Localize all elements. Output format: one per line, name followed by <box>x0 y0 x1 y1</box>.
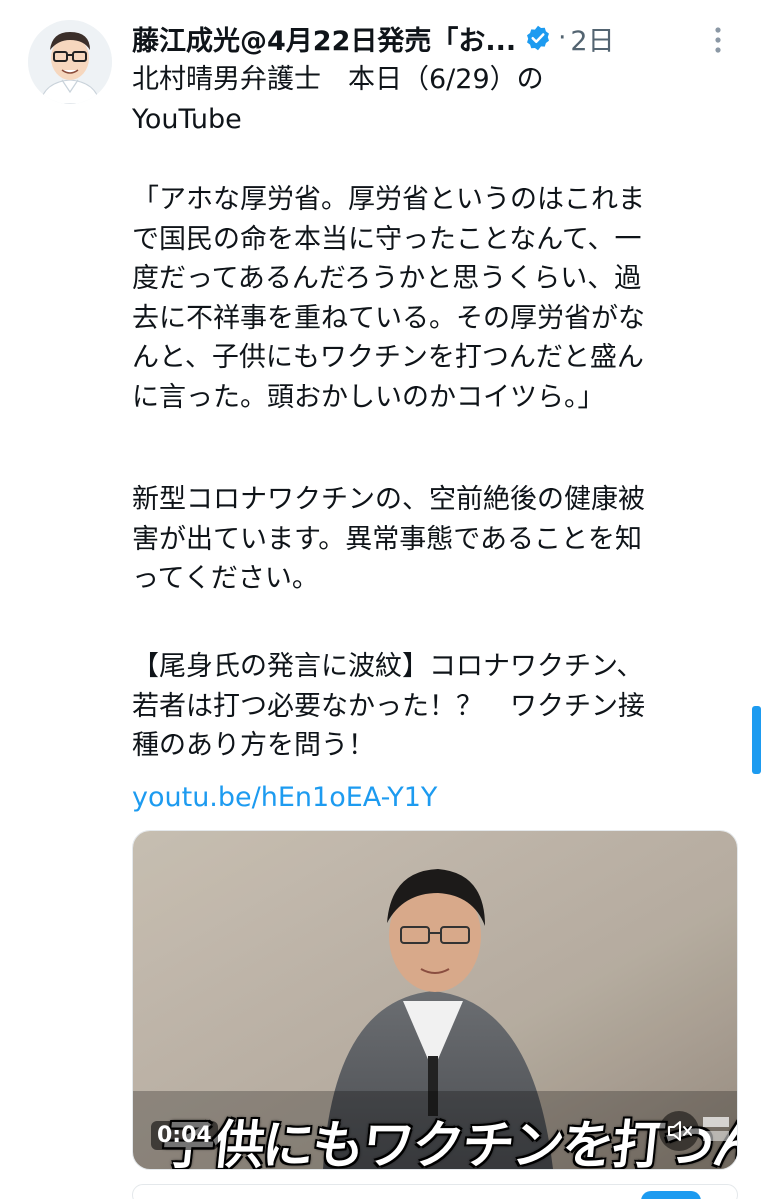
video-preview[interactable]: 子供にもワクチンを打つんだ 0:04 <box>132 830 738 1170</box>
video-caption: 子供にもワクチンを打つんだ <box>159 1116 738 1170</box>
tweet-paragraph-3: 新型コロナワクチンの、空前絶後の健康被 害が出ています。異常事態であることを知 … <box>132 484 645 594</box>
video-duration: 0:04 <box>151 1121 218 1150</box>
youtube-link[interactable]: youtu.be/hEn1oEA-Y1Y <box>132 778 437 817</box>
timestamp[interactable]: 2日 <box>570 19 614 58</box>
next-item-button[interactable] <box>641 1191 701 1199</box>
scrollbar-thumb[interactable] <box>752 706 761 774</box>
avatar[interactable] <box>28 20 112 104</box>
tweet-paragraph-2: 「アホな厚労省。厚労省というのはこれま で国民の命を本当に守ったことなんて、一 … <box>132 184 645 413</box>
tweet-paragraph-1: 北村晴男弁護士 本日（6/29）の YouTube <box>132 64 544 135</box>
avatar-illustration <box>28 20 112 104</box>
next-item-edge <box>132 1184 738 1199</box>
more-vertical-icon[interactable] <box>706 22 730 58</box>
channel-watermark-logo <box>701 1111 731 1151</box>
author-name[interactable]: 藤江成光@4月22日発売「お... <box>132 19 516 58</box>
verified-badge-icon <box>527 25 550 51</box>
mute-button[interactable] <box>659 1111 699 1151</box>
tweet-header: 藤江成光@4月22日発売「お... · 2日 <box>132 14 742 62</box>
tweet-paragraph-4: 【尾身氏の発言に波紋】コロナワクチン、 若者は打つ必要なかった！？ ワクチン接 … <box>132 651 645 761</box>
header-separator: · <box>558 23 567 53</box>
speaker-muted-icon <box>668 1121 692 1141</box>
channel-logo-icon <box>703 1117 729 1141</box>
